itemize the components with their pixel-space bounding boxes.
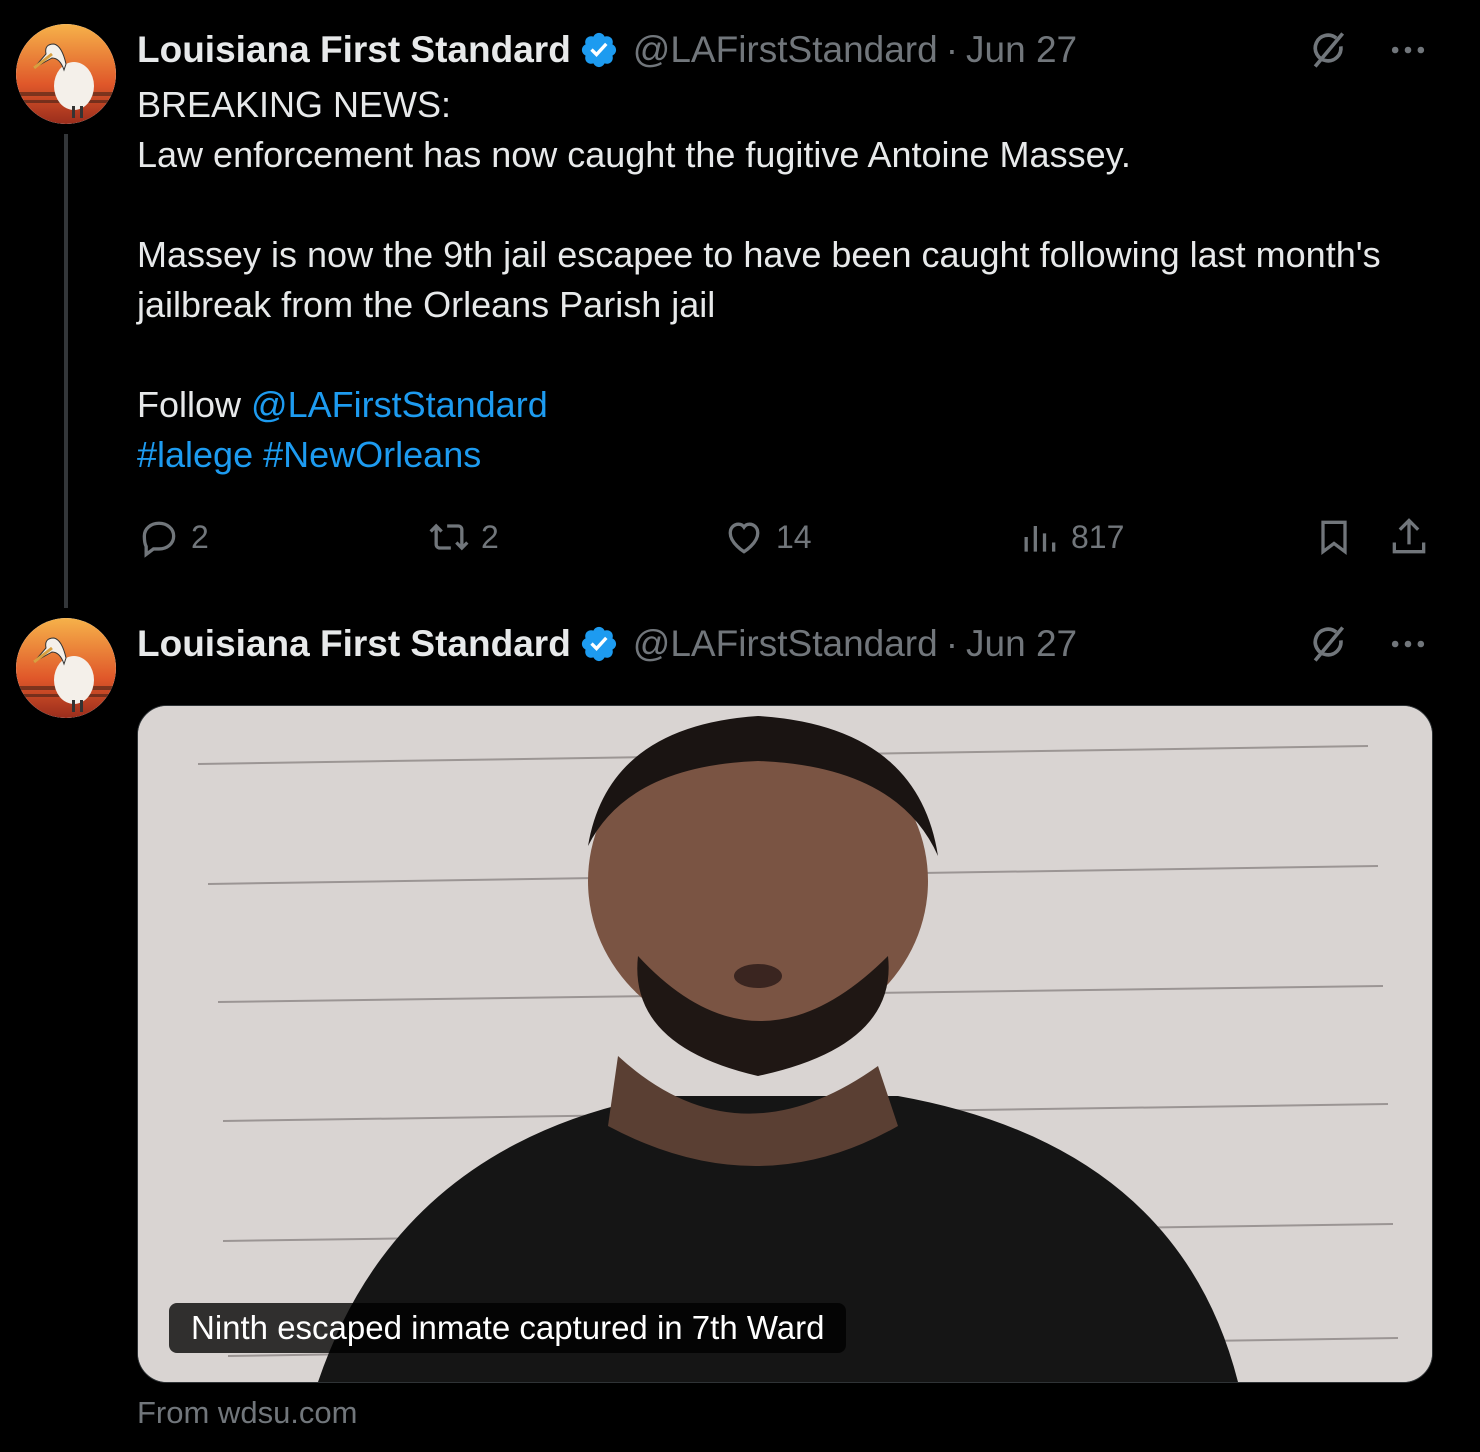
tweet-text-line: BREAKING NEWS: <box>137 84 452 125</box>
grok-icon[interactable] <box>1306 622 1350 666</box>
tweet-actions: 2 2 14 817 <box>137 512 1437 562</box>
tweet-hashtags: #lalege #NewOrleans <box>137 430 1427 480</box>
follow-text: Follow <box>137 384 242 425</box>
avatar[interactable] <box>16 618 116 718</box>
tweet-header-actions <box>1306 618 1430 670</box>
tweet-header: Louisiana First Standard @LAFirstStandar… <box>137 24 1077 76</box>
views-count: 817 <box>1071 518 1125 555</box>
views-icon <box>1024 526 1056 552</box>
tweet-text-line: Law enforcement has now caught the fugit… <box>137 134 1131 175</box>
verified-badge-icon <box>581 626 616 662</box>
separator-dot: · <box>945 29 959 70</box>
avatar[interactable] <box>16 24 116 124</box>
tweet-header: Louisiana First Standard @LAFirstStandar… <box>137 618 1077 670</box>
card-photo <box>138 706 1432 1382</box>
reply-icon <box>142 521 176 558</box>
like-count: 14 <box>776 518 812 555</box>
author-handle[interactable]: @LAFirstStandard <box>633 29 938 71</box>
more-icon[interactable] <box>1386 28 1430 72</box>
mention-link[interactable]: @LAFirstStandard <box>251 384 548 425</box>
verified-badge-icon <box>581 32 616 68</box>
tweet[interactable]: Louisiana First Standard @LAFirstStandar… <box>0 610 1480 1452</box>
repost-count: 2 <box>481 518 499 555</box>
tweet-text: BREAKING NEWS: Law enforcement has now c… <box>137 80 1427 480</box>
hashtag-link[interactable]: #lalege <box>137 434 253 475</box>
heart-icon <box>728 522 760 554</box>
share-icon <box>1392 518 1426 554</box>
thread-line <box>64 134 68 608</box>
tweet-text-line: Massey is now the 9th jail escapee to ha… <box>137 234 1381 325</box>
reply-count: 2 <box>191 518 209 555</box>
card-caption: Ninth escaped inmate captured in 7th War… <box>169 1303 847 1353</box>
views-button[interactable]: 817 <box>1017 512 1124 562</box>
tweet-follow-line: Follow @LAFirstStandard <box>137 380 1427 430</box>
tweet-header-actions <box>1306 24 1430 76</box>
more-icon[interactable] <box>1386 622 1430 666</box>
share-button[interactable] <box>1387 512 1441 562</box>
reply-button[interactable]: 2 <box>137 512 209 562</box>
tweet[interactable]: Louisiana First Standard @LAFirstStandar… <box>0 0 1480 610</box>
bookmark-icon <box>1321 520 1347 555</box>
grok-icon[interactable] <box>1306 28 1350 72</box>
link-card[interactable]: Ninth escaped inmate captured in 7th War… <box>137 705 1433 1383</box>
author-name[interactable]: Louisiana First Standard <box>137 29 571 71</box>
author-handle[interactable]: @LAFirstStandard <box>633 623 938 665</box>
separator-dot: · <box>945 623 959 664</box>
like-button[interactable]: 14 <box>722 512 812 562</box>
repost-button[interactable]: 2 <box>427 512 499 562</box>
repost-icon <box>429 523 469 551</box>
card-source[interactable]: From wdsu.com <box>137 1395 357 1431</box>
author-name[interactable]: Louisiana First Standard <box>137 623 571 665</box>
bookmark-button[interactable] <box>1312 512 1366 562</box>
hashtag-link[interactable]: #NewOrleans <box>263 434 481 475</box>
tweet-date[interactable]: Jun 27 <box>966 29 1077 71</box>
tweet-date[interactable]: Jun 27 <box>966 623 1077 665</box>
